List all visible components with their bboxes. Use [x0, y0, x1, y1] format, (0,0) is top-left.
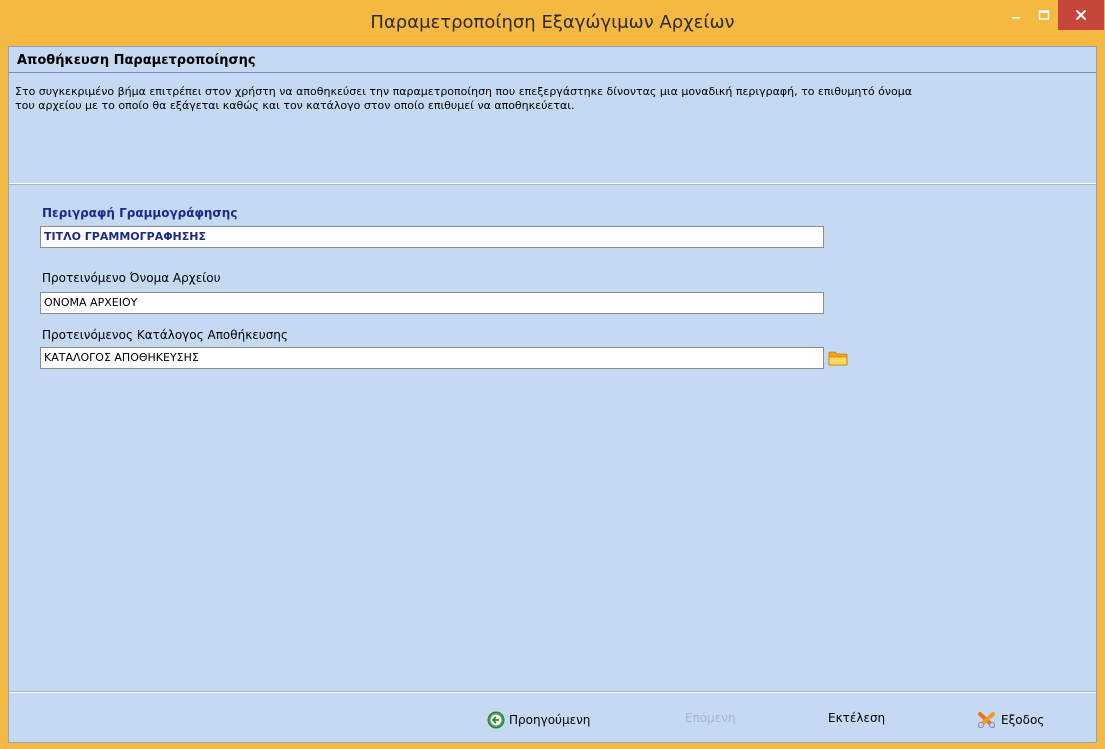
next-button[interactable]: Επόμενη — [685, 711, 736, 725]
maximize-icon — [1038, 10, 1050, 20]
filename-label: Προτεινόμενο Όνομα Αρχείου — [42, 271, 221, 285]
description-line-1: Στο συγκεκριμένο βήμα επιτρέπει στον χρή… — [15, 85, 912, 98]
section-description: Στο συγκεκριμένο βήμα επιτρέπει στον χρή… — [15, 85, 1085, 113]
previous-label: Προηγούμενη — [509, 713, 591, 727]
folder-icon — [828, 351, 848, 366]
previous-button[interactable]: Προηγούμενη — [487, 711, 590, 729]
form-area — [9, 185, 1096, 690]
section-title: Αποθήκευση Παραμετροποίησης — [17, 53, 256, 68]
close-button[interactable] — [1058, 0, 1104, 30]
exit-button[interactable]: Εξοδος — [977, 711, 1044, 729]
back-arrow-icon — [487, 711, 505, 729]
footer-bar: Προηγούμενη Επόμενη Εκτέλεση Εξοδος — [9, 693, 1096, 742]
section-header: Αποθήκευση Παραμετροποίησης — [9, 47, 1096, 73]
description-field[interactable]: ΤΙΤΛΟ ΓΡΑΜΜΟΓΡΑΦΗΣΗΣ — [40, 226, 824, 248]
folder-field[interactable]: ΚΑΤΑΛΟΓΟΣ ΑΠΟΘΗΚΕΥΣΗΣ — [40, 347, 824, 369]
folder-label: Προτεινόμενος Κατάλογος Αποθήκευσης — [42, 328, 288, 342]
title-bar[interactable]: Παραμετροποίηση Εξαγώγιμων Αρχείων — [0, 0, 1105, 44]
dialog-client-area: Αποθήκευση Παραμετροποίησης Στο συγκεκρι… — [8, 46, 1097, 743]
app-window: Παραμετροποίηση Εξαγώγιμων Αρχείων Αποθή… — [0, 0, 1105, 749]
minimize-icon — [1012, 17, 1020, 19]
exit-icon — [978, 712, 995, 728]
description-line-2: του αρχείου με το οποίο θα εξάγεται καθώ… — [15, 99, 575, 112]
minimize-button[interactable] — [1002, 0, 1030, 30]
execute-label: Εκτέλεση — [828, 711, 886, 725]
exit-label: Εξοδος — [1001, 713, 1045, 727]
maximize-button[interactable] — [1030, 0, 1058, 30]
browse-folder-button[interactable] — [827, 349, 849, 367]
execute-button[interactable]: Εκτέλεση — [828, 711, 885, 725]
filename-field[interactable]: ΟΝΟΜΑ ΑΡΧΕΙΟΥ — [40, 292, 824, 314]
window-title: Παραμετροποίηση Εξαγώγιμων Αρχείων — [370, 12, 735, 33]
close-icon — [1076, 10, 1086, 20]
description-label: Περιγραφή Γραμμογράφησης — [42, 206, 238, 220]
next-label: Επόμενη — [685, 711, 736, 725]
